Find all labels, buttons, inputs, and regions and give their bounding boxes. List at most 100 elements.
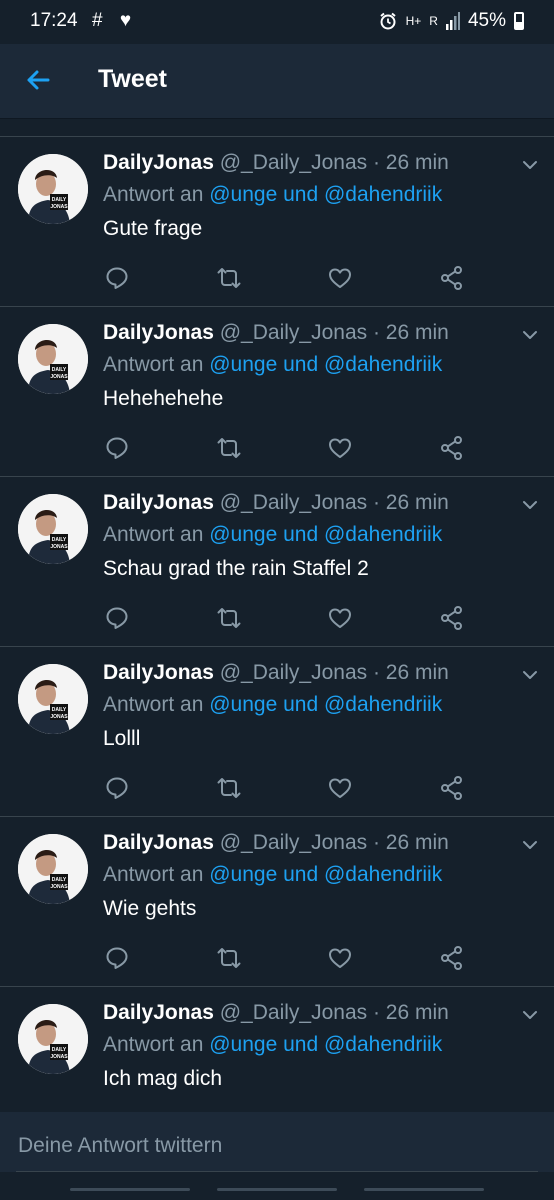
tweet[interactable]: DAILY JONAS DailyJonas @_Daily_Jonas · 2…: [0, 307, 554, 477]
mentions-link[interactable]: @unge und @dahendriik: [209, 863, 442, 886]
battery-icon: [514, 12, 524, 30]
retweet-button[interactable]: [216, 265, 242, 291]
share-button[interactable]: [439, 945, 465, 971]
svg-text:JONAS: JONAS: [50, 374, 68, 380]
heart-icon: [329, 778, 351, 798]
status-bar: 17:24 # ♥ H+ R 45%: [0, 0, 554, 44]
tweet[interactable]: DAILY JONAS DailyJonas @_Daily_Jonas · 2…: [0, 477, 554, 647]
reply-feed[interactable]: DAILY JONAS DailyJonas @_Daily_Jonas · 2…: [0, 118, 554, 1112]
reply-context: Antwort an @unge und @dahendriik: [103, 353, 442, 377]
more-options-button[interactable]: [520, 665, 540, 685]
back-button[interactable]: [22, 64, 54, 96]
mentions-link[interactable]: @unge und @dahendriik: [209, 523, 442, 546]
like-button[interactable]: [327, 605, 353, 631]
share-button[interactable]: [439, 435, 465, 461]
tweet-time: 26 min: [385, 321, 449, 344]
more-options-button[interactable]: [520, 155, 540, 175]
more-options-button[interactable]: [520, 325, 540, 345]
share-icon: [441, 266, 462, 290]
display-name[interactable]: DailyJonas: [103, 491, 214, 514]
avatar-image: DAILY JONAS: [18, 324, 88, 394]
share-icon: [441, 436, 462, 460]
reply-icon: [106, 607, 128, 629]
like-button[interactable]: [327, 775, 353, 801]
reply-button[interactable]: [104, 775, 130, 801]
share-icon: [441, 946, 462, 970]
reply-context: Antwort an @unge und @dahendriik: [103, 1033, 442, 1057]
share-button[interactable]: [439, 605, 465, 631]
reply-button[interactable]: [104, 435, 130, 461]
more-options-button[interactable]: [520, 1005, 540, 1025]
heart-icon: [329, 608, 351, 628]
system-nav-bar: [0, 1172, 554, 1200]
share-icon: [441, 776, 462, 800]
retweet-button[interactable]: [216, 945, 242, 971]
user-handle: @_Daily_Jonas: [219, 151, 368, 174]
svg-text:JONAS: JONAS: [50, 204, 68, 210]
tweet-text: Wie gehts: [103, 897, 197, 920]
avatar[interactable]: DAILY JONAS: [18, 494, 88, 564]
more-options-button[interactable]: [520, 835, 540, 855]
user-handle: @_Daily_Jonas: [219, 661, 368, 684]
retweet-icon: [217, 438, 241, 458]
reply-context: Antwort an @unge und @dahendriik: [103, 693, 442, 717]
display-name[interactable]: DailyJonas: [103, 151, 214, 174]
reply-button[interactable]: [104, 265, 130, 291]
avatar[interactable]: DAILY JONAS: [18, 1004, 88, 1074]
mentions-link[interactable]: @unge und @dahendriik: [209, 353, 442, 376]
avatar[interactable]: DAILY JONAS: [18, 324, 88, 394]
battery-percent: 45%: [467, 10, 506, 31]
tweet-time: 26 min: [385, 491, 449, 514]
tweet[interactable]: DAILY JONAS DailyJonas @_Daily_Jonas · 2…: [0, 137, 554, 307]
like-button[interactable]: [327, 435, 353, 461]
like-button[interactable]: [327, 265, 353, 291]
retweet-icon: [217, 778, 241, 798]
avatar[interactable]: DAILY JONAS: [18, 834, 88, 904]
reply-label: Antwort an: [103, 863, 210, 886]
retweet-button[interactable]: [216, 775, 242, 801]
chevron-down-icon: [523, 671, 537, 679]
display-name[interactable]: DailyJonas: [103, 831, 214, 854]
retweet-button[interactable]: [216, 605, 242, 631]
reply-input[interactable]: Deine Antwort twittern: [18, 1134, 222, 1158]
reply-button[interactable]: [104, 945, 130, 971]
svg-text:DAILY: DAILY: [52, 877, 67, 883]
tweet-header: DailyJonas @_Daily_Jonas · 26 min: [103, 151, 449, 175]
tweet[interactable]: DAILY JONAS DailyJonas @_Daily_Jonas · 2…: [0, 987, 554, 1112]
reply-button[interactable]: [104, 605, 130, 631]
more-options-button[interactable]: [520, 495, 540, 515]
tweet[interactable]: DAILY JONAS DailyJonas @_Daily_Jonas · 2…: [0, 647, 554, 817]
nav-recents[interactable]: [70, 1188, 190, 1191]
display-name[interactable]: DailyJonas: [103, 661, 214, 684]
like-button[interactable]: [327, 945, 353, 971]
display-name[interactable]: DailyJonas: [103, 1001, 214, 1024]
mentions-link[interactable]: @unge und @dahendriik: [209, 1033, 442, 1056]
avatar[interactable]: DAILY JONAS: [18, 664, 88, 734]
tweet-time: 26 min: [385, 661, 449, 684]
reply-composer[interactable]: Deine Antwort twittern: [0, 1112, 554, 1172]
reply-label: Antwort an: [103, 693, 210, 716]
nav-back[interactable]: [364, 1188, 484, 1191]
tweet[interactable]: DAILY JONAS DailyJonas @_Daily_Jonas · 2…: [0, 817, 554, 987]
display-name[interactable]: DailyJonas: [103, 321, 214, 344]
avatar-image: DAILY JONAS: [18, 154, 88, 224]
share-button[interactable]: [439, 775, 465, 801]
retweet-button[interactable]: [216, 435, 242, 461]
arrow-left-icon: [27, 70, 50, 90]
avatar-image: DAILY JONAS: [18, 494, 88, 564]
svg-text:DAILY: DAILY: [52, 367, 67, 373]
roaming-indicator: R: [429, 14, 438, 28]
status-right: H+ R 45%: [378, 10, 524, 32]
nav-home[interactable]: [217, 1188, 337, 1191]
separator: ·: [367, 151, 386, 174]
avatar-image: DAILY JONAS: [18, 1004, 88, 1074]
mentions-link[interactable]: @unge und @dahendriik: [209, 183, 442, 206]
tweet-header: DailyJonas @_Daily_Jonas · 26 min: [103, 831, 449, 855]
share-button[interactable]: [439, 265, 465, 291]
mentions-link[interactable]: @unge und @dahendriik: [209, 693, 442, 716]
avatar[interactable]: DAILY JONAS: [18, 154, 88, 224]
tweet-actions: [104, 265, 484, 293]
user-handle: @_Daily_Jonas: [219, 831, 368, 854]
tweet-actions: [104, 605, 484, 633]
tweet-text: Ich mag dich: [103, 1067, 223, 1090]
